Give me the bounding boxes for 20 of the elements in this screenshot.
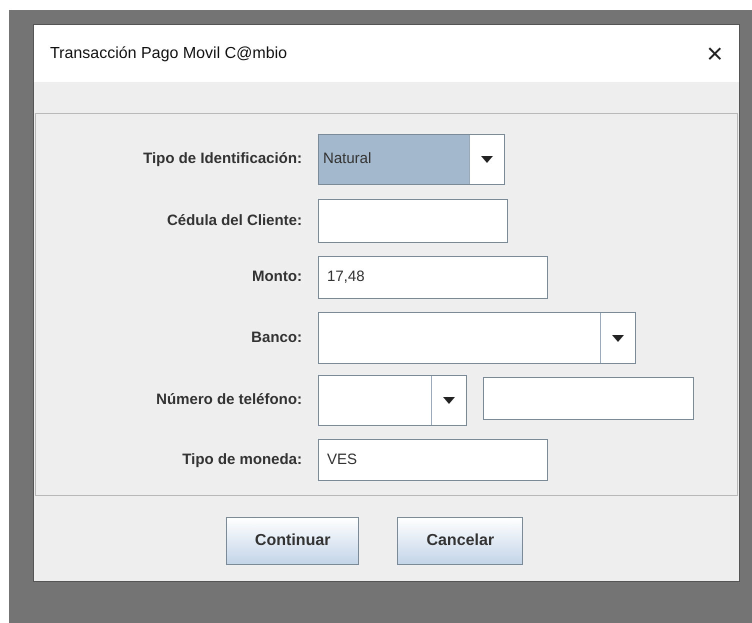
field-label: Tipo de Identificación:: [143, 149, 302, 170]
caret-icon: [481, 156, 493, 163]
input-field[interactable]: [318, 199, 508, 243]
input-field[interactable]: VES: [318, 439, 548, 481]
dropdown[interactable]: [318, 375, 467, 426]
dialog-button[interactable]: Continuar: [226, 517, 360, 565]
dropdown-value: Natural: [319, 135, 470, 184]
caret-icon: [612, 334, 624, 342]
dropdown[interactable]: Natural: [318, 134, 505, 185]
window-title: Transacción Pago Movil C@mbio: [50, 44, 288, 64]
close-button[interactable]: ×: [702, 40, 727, 68]
field-label: Banco:: [251, 328, 302, 348]
field-label: Tipo de moneda:: [182, 450, 302, 470]
field-label: Monto:: [252, 267, 302, 288]
field-label: Cédula del Cliente:: [166, 210, 302, 231]
caret-icon: [443, 397, 455, 404]
input-field[interactable]: [483, 377, 694, 420]
dialog-button[interactable]: Cancelar: [397, 517, 524, 565]
field-label: Número de teléfono:: [156, 390, 302, 410]
input-field[interactable]: 17,48: [318, 256, 548, 299]
